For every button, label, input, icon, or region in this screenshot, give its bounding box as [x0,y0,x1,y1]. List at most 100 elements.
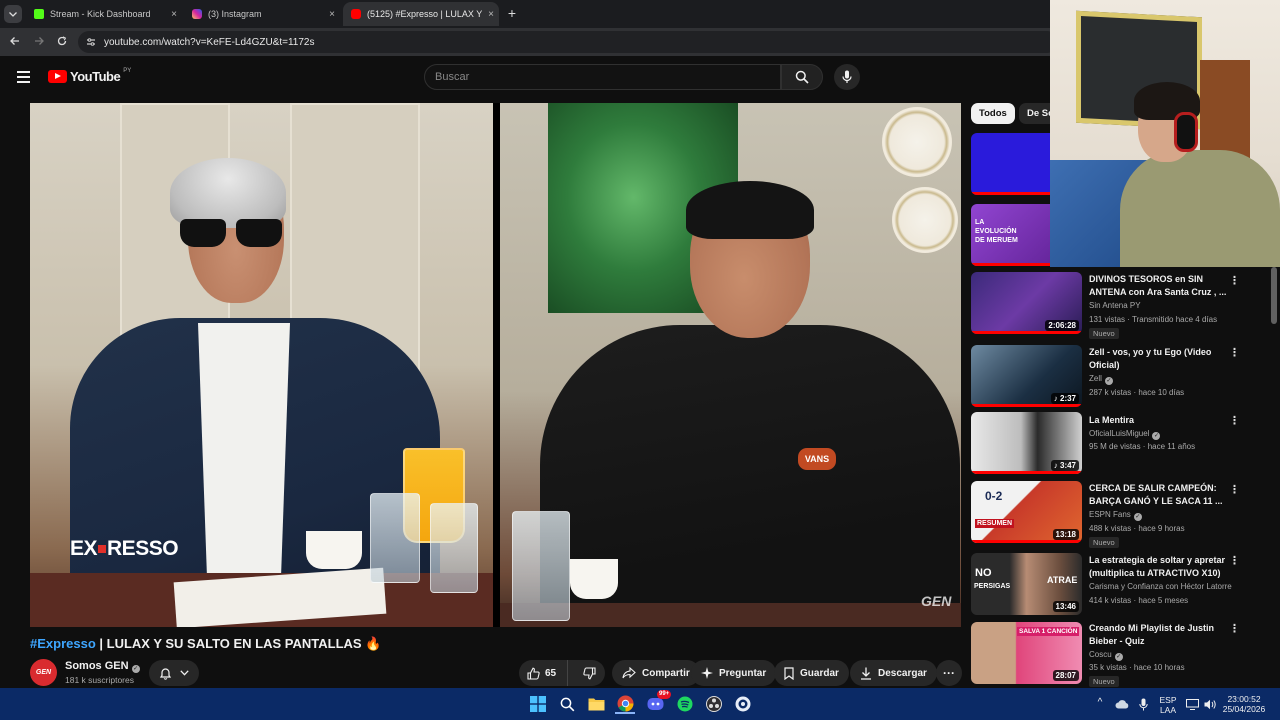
youtube-logo[interactable]: YouTube PY [48,67,132,84]
related-video-meta: 95 M de vistas · hace 11 años [1089,442,1196,451]
site-settings-icon[interactable] [86,37,96,47]
reload-button[interactable] [54,34,70,50]
thumbnail-caption: SALVA 1 CANCIÓN [1017,627,1080,636]
video-frame-right: VANS [500,103,961,627]
related-channel-name[interactable]: Coscu ✓ [1089,650,1123,661]
channel-avatar[interactable]: GEN [30,659,57,686]
video-thumbnail[interactable]: 2:06:28 [971,272,1082,334]
voice-search-button[interactable] [834,64,860,90]
video-duration: ♪ 2:37 [1050,393,1079,404]
headphones [1174,112,1198,152]
hashtag-link[interactable]: #Expresso [30,636,96,651]
input-language[interactable]: ESP LAA [1156,695,1180,715]
kebab-menu-icon[interactable]: ⋮ [1229,416,1240,427]
browser-tab-instagram[interactable]: (3) Instagram × [184,2,340,26]
video-title: #Expresso | LULAX Y SU SALTO EN LAS PANT… [30,636,381,652]
host-shirt [198,323,290,583]
filter-chip-all[interactable]: Todos [971,103,1015,124]
show-hidden-icons-button[interactable]: ^ [1094,698,1106,708]
country-code: PY [123,67,132,74]
related-video-meta: 131 vistas · Transmitido hace 4 días [1089,315,1218,324]
forward-arrow-icon [35,37,44,45]
related-channel-name[interactable]: OficialLuisMiguel ✓ [1089,429,1161,440]
discord-button[interactable]: 99+ [645,690,672,714]
notifications-button[interactable] [149,660,199,686]
chrome-button[interactable] [615,694,635,714]
bell-icon [159,667,172,680]
new-tab-button[interactable]: + [505,5,519,21]
save-button[interactable]: Guardar [774,660,849,686]
kebab-menu-icon[interactable]: ⋮ [1229,276,1240,287]
kebab-menu-icon[interactable]: ⋮ [1229,348,1240,359]
subscriber-count: 181 k suscriptores [65,675,134,685]
related-video-title[interactable]: La estrategia de soltar y apretar (multi… [1089,554,1227,579]
tab-close-icon[interactable]: × [166,9,182,20]
related-video-title[interactable]: CERCA DE SALIR CAMPEÓN: BARÇA GANÓ Y LE … [1089,482,1227,507]
browser-tab-youtube[interactable]: (5125) #Expresso | LULAX Y SU × [343,2,499,26]
vans-logo: VANS [798,448,836,470]
kebab-menu-icon[interactable]: ⋮ [1229,485,1240,496]
related-video-title[interactable]: DIVINOS TESOROS en SIN ANTENA con Ara Sa… [1089,273,1227,298]
browser-tab-kick[interactable]: Stream - Kick Dashboard × [26,2,182,26]
network-tray-icon[interactable] [1182,694,1202,714]
app-button[interactable] [733,694,753,714]
kebab-menu-icon[interactable]: ⋮ [1229,624,1240,635]
forward-button[interactable] [31,34,47,50]
speaker-icon [1204,699,1216,709]
like-button[interactable]: 65 [519,660,568,686]
related-channel-name[interactable]: Zell ✓ [1089,374,1113,385]
kebab-menu-icon[interactable]: ⋮ [1229,556,1240,567]
chrome-icon [617,695,633,711]
ask-button[interactable]: Preguntar [691,660,777,686]
taskbar-search-button[interactable] [557,694,577,714]
thumbnail-caption: NO [975,567,992,579]
menu-hamburger-icon[interactable] [17,71,30,86]
volume-tray-icon[interactable] [1200,694,1220,714]
start-button[interactable] [528,694,548,714]
obs-button[interactable] [704,694,724,714]
related-video-title[interactable]: Zell - vos, yo y tu Ego (Video Oficial) [1089,346,1227,371]
tab-close-icon[interactable]: × [324,9,340,20]
download-button[interactable]: Descargar [850,660,937,686]
related-video-title[interactable]: Creando Mi Playlist de Justin Bieber - Q… [1089,622,1227,647]
discord-icon [647,698,663,710]
share-button[interactable]: Compartir [612,660,700,686]
search-input[interactable] [425,65,780,89]
channel-name[interactable]: Somos GEN ✓ [65,660,140,673]
video-thumbnail[interactable]: ♪ 2:37 [971,345,1082,407]
system-clock[interactable]: 23:00:52 25/04/2026 [1220,694,1268,714]
sidebar-scrollbar[interactable] [1271,267,1277,324]
thumbs-down-icon [583,666,596,679]
search-box [424,64,781,90]
thumbnail-caption: LA EVOLUCIÓN DE MERUEM [975,219,1018,244]
youtube-header: YouTube PY [0,56,1050,100]
monitor-network-icon [1185,698,1199,710]
file-explorer-button[interactable] [586,694,606,714]
dislike-button[interactable] [574,660,605,686]
video-title-text: | LULAX Y SU SALTO EN LAS PANTALLAS 🔥 [95,636,382,651]
related-channel-name[interactable]: Sin Antena PY [1089,301,1141,310]
video-thumbnail[interactable]: 0-2 RESUMEN 13:18 [971,481,1082,543]
microphone-tray-icon[interactable] [1133,694,1153,714]
related-channel-name[interactable]: Carisma y Confianza con Héctor Latorre [1089,582,1232,591]
related-channel-name[interactable]: ESPN Fans ✓ [1089,510,1142,521]
video-thumbnail[interactable]: SALVA 1 CANCIÓN 28:07 [971,622,1082,684]
onedrive-tray-icon[interactable] [1112,694,1132,714]
more-actions-button[interactable]: ··· [936,660,962,686]
search-button[interactable] [781,64,823,90]
new-badge: Nuevo [1089,676,1119,687]
back-button[interactable] [7,34,23,50]
tab-search-button[interactable] [4,5,22,23]
video-thumbnail[interactable]: NO PERSIGAS ATRAE 13:46 [971,553,1082,615]
spotify-button[interactable] [675,694,695,714]
verified-icon: ✓ [1104,377,1113,385]
video-player[interactable]: VANS EX RESSO GEN [30,103,961,627]
video-thumbnail[interactable]: ♪ 3:47 [971,412,1082,474]
obs-icon [706,696,722,712]
related-video-title[interactable]: La Mentira [1089,414,1227,427]
search-icon [795,70,809,84]
chevron-down-icon [9,11,17,17]
address-bar[interactable]: youtube.com/watch?v=KeFE-Ld4GZU&t=1172s [78,31,1058,53]
new-badge: Nuevo [1089,537,1119,548]
tab-close-icon[interactable]: × [483,9,499,20]
